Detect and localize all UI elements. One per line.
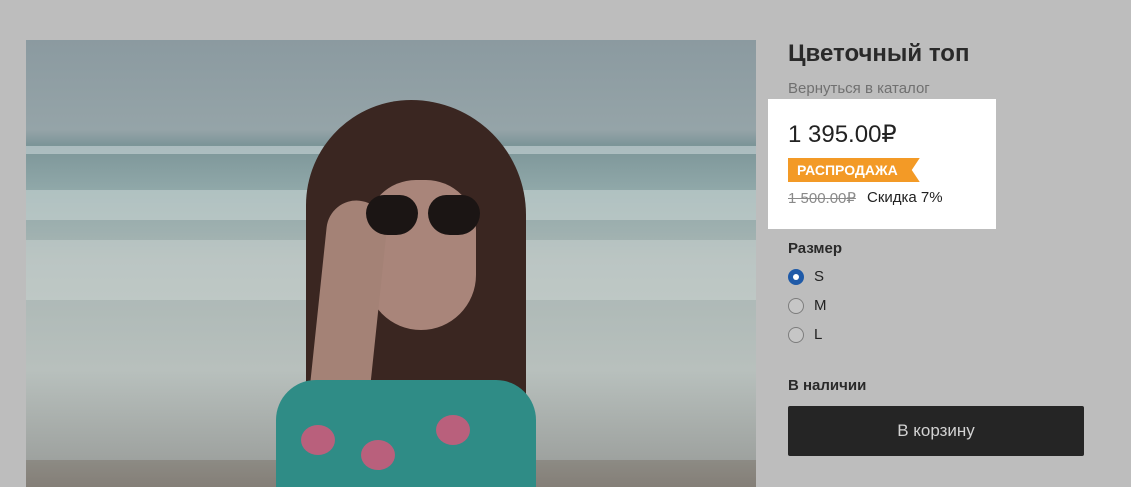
photo-sunglasses bbox=[366, 195, 486, 239]
size-option-label: L bbox=[814, 326, 823, 343]
radio-unchecked-icon[interactable] bbox=[788, 297, 804, 314]
old-price: 1 500.00₽ bbox=[788, 190, 856, 207]
size-label: Размер bbox=[788, 240, 843, 257]
radio-unchecked-icon[interactable] bbox=[788, 326, 804, 343]
back-to-catalog-link[interactable]: Вернуться в каталог bbox=[788, 80, 930, 97]
product-photo bbox=[26, 40, 756, 487]
current-price: 1 395.00₽ bbox=[788, 121, 897, 148]
discount-label: Скидка 7% bbox=[867, 189, 943, 206]
photo-flower bbox=[301, 425, 335, 455]
size-option-s[interactable]: S bbox=[788, 268, 824, 285]
photo-flower bbox=[436, 415, 470, 445]
price-card: 1 395.00₽ РАСПРОДАЖА 1 500.00₽ Скидка 7% bbox=[768, 99, 996, 229]
add-to-cart-button[interactable]: В корзину bbox=[788, 406, 1084, 456]
size-option-label: M bbox=[814, 297, 827, 314]
size-option-label: S bbox=[814, 268, 825, 285]
product-title: Цветочный топ bbox=[788, 40, 970, 67]
photo-flower bbox=[361, 440, 395, 470]
size-option-m[interactable]: M bbox=[788, 297, 827, 314]
stock-status: В наличии bbox=[788, 377, 867, 394]
radio-checked-icon[interactable] bbox=[788, 268, 804, 285]
size-option-l[interactable]: L bbox=[788, 326, 822, 343]
sale-badge: РАСПРОДАЖА bbox=[788, 158, 920, 182]
